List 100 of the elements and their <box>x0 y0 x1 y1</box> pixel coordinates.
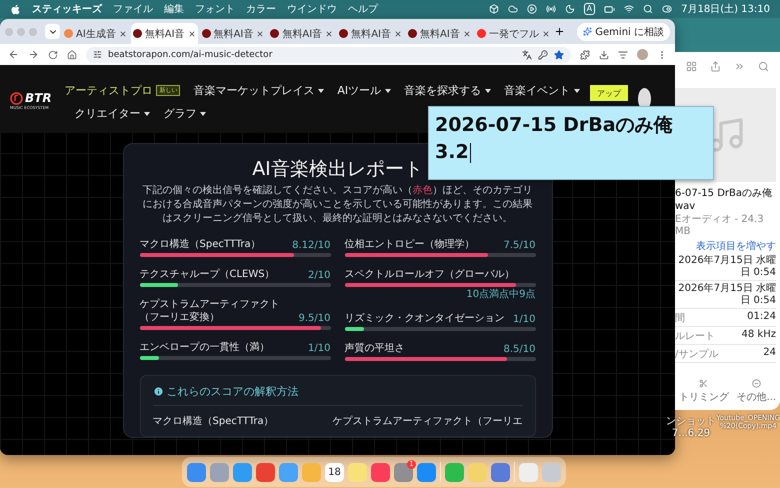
note-text[interactable]: 3.2 <box>435 140 707 165</box>
metric-score: 1/10 <box>513 314 536 325</box>
metric-label: テクスチャループ（CLEWS） <box>140 268 275 281</box>
translate-icon[interactable] <box>522 50 532 60</box>
list-icon[interactable] <box>618 50 628 60</box>
play-icon[interactable] <box>526 4 537 14</box>
browser-tab[interactable]: 無料AI音 <box>406 23 473 44</box>
trim-button[interactable]: トリミング <box>678 379 729 404</box>
extensions-icon[interactable] <box>580 50 590 60</box>
nav-link[interactable]: AIツール <box>337 83 392 98</box>
file-name: 6-07-15 DrBaのみ俺 <box>675 188 774 200</box>
star-icon[interactable] <box>554 50 564 60</box>
cloud-icon[interactable] <box>508 4 518 14</box>
new-tab-button[interactable] <box>554 26 565 37</box>
interpretation-title: これらのスコアの解釈方法 <box>152 384 522 406</box>
metric-score: 10点満点中9点 <box>466 288 536 301</box>
info-label: /サンプル <box>675 348 718 361</box>
report-description: 下記の個々の検出信号を確認してください。スコアが高い（赤色）ほど、そのカテゴリにおける合成音声パターンの強度が高いことを示している可能性があります。この結果はスクリーニング信号として扱い、最終的な証明とはみなさないでください。 <box>142 184 534 226</box>
nav-link[interactable]: クリエイター <box>74 106 150 121</box>
home-icon[interactable] <box>67 50 77 60</box>
browser-tab[interactable]: AI生成音 <box>62 23 129 44</box>
menu-clock[interactable]: 7月18日(土) 13:10 <box>681 2 770 16</box>
metric-label: マクロ構造（SpecTTTra） <box>140 238 261 251</box>
nav-link[interactable]: 音楽マーケットプレイス <box>193 83 324 98</box>
caret-icon <box>318 88 324 92</box>
caret-icon <box>144 112 150 116</box>
favicon-icon <box>132 29 142 38</box>
sticky-note[interactable]: 2026-07-15 DrBaのみ俺 3.2 <box>428 106 714 180</box>
broadcast-icon[interactable] <box>546 4 556 14</box>
metric-score: 8.5/10 <box>504 344 536 355</box>
close-icon[interactable] <box>462 30 471 38</box>
show-more-link[interactable]: 表示項目を増やす <box>696 239 776 253</box>
caret-icon <box>385 88 392 92</box>
minus-circle-icon <box>752 379 761 388</box>
favicon-icon <box>64 29 73 38</box>
file-info: Eオーディオ - 24.3 MB <box>675 214 765 238</box>
info-value: 24 <box>763 347 776 360</box>
close-icon[interactable] <box>394 30 402 38</box>
input-source-indicator[interactable]: A <box>584 3 596 15</box>
info-value: 2026年7月15日 水曜日 0:54 <box>678 283 776 307</box>
nav-link[interactable]: 音楽イベント <box>504 83 580 98</box>
menu-item[interactable]: ウインドウ <box>287 2 337 16</box>
search-icon[interactable] <box>758 60 770 72</box>
menu-item[interactable]: 編集 <box>164 2 184 16</box>
menu-item[interactable]: ヘルプ <box>348 2 378 16</box>
close-icon[interactable] <box>256 30 264 38</box>
info-value: 2026年7月15日 水曜日 0:54 <box>678 255 776 279</box>
moon-icon[interactable] <box>564 4 575 14</box>
address-bar[interactable]: beatstorapon.com/ai-music-detector <box>86 46 571 62</box>
note-text[interactable]: 2026-07-15 DrBaのみ俺 <box>435 113 707 138</box>
download-icon[interactable] <box>599 50 609 60</box>
app-menu[interactable]: スティッキーズ <box>32 2 102 16</box>
forward-icon[interactable] <box>28 49 39 60</box>
menu-item[interactable]: ファイル <box>113 2 153 16</box>
calendar-icon[interactable]: 18 <box>325 462 344 482</box>
metric-score: 7.5/10 <box>504 240 536 251</box>
caret-icon <box>574 88 580 92</box>
favicon-icon <box>339 29 348 38</box>
control-center-icon[interactable] <box>662 4 672 14</box>
back-icon[interactable] <box>8 49 19 60</box>
interpretation-item: マクロ構造（SpecTTTra） <box>152 414 275 428</box>
battery-icon[interactable] <box>604 4 616 14</box>
grid-icon[interactable] <box>686 60 697 72</box>
close-icon[interactable] <box>118 30 127 38</box>
wifi-icon[interactable] <box>624 4 634 14</box>
apple-icon[interactable] <box>10 4 21 14</box>
info-label: ルレート <box>675 330 715 343</box>
metric-label: スペクトルロールオフ（グローバル） <box>344 268 514 281</box>
interpretation-item: ケプストラムアーティファクト（フーリエ <box>332 414 522 428</box>
info-label: 間 <box>675 312 685 325</box>
browser-tab[interactable]: 無料AI音 <box>337 23 404 44</box>
browser-tab[interactable]: 無料AI音 <box>130 23 198 44</box>
more-button[interactable]: その他... <box>736 379 776 404</box>
metric-label: 声質の平坦さ <box>344 342 404 355</box>
close-icon[interactable] <box>325 30 334 38</box>
metric-label: エンベロープの一貫性（満） <box>140 341 270 354</box>
share-icon[interactable] <box>710 60 721 72</box>
chevrons-icon[interactable] <box>734 60 746 72</box>
nav-link[interactable]: グラフ <box>163 106 206 121</box>
logo-text[interactable]: BTR <box>25 91 52 105</box>
nav-link[interactable]: 音楽を探求する <box>404 83 492 98</box>
tab-list-button[interactable] <box>45 24 60 39</box>
upload-button[interactable]: アップ <box>590 85 628 101</box>
reload-icon[interactable] <box>48 50 58 60</box>
menu-item[interactable]: カラー <box>246 2 276 16</box>
metric-score: 9.5/10 <box>298 313 330 324</box>
box-icon[interactable] <box>488 4 499 14</box>
key-icon[interactable] <box>538 50 548 60</box>
menu-item[interactable]: フォント <box>195 2 235 16</box>
browser-tab[interactable]: 無料AI音 <box>268 23 336 44</box>
browser-tab[interactable]: 無料AI音 <box>200 23 266 44</box>
search-icon[interactable] <box>643 4 654 14</box>
close-icon[interactable] <box>542 30 550 38</box>
assistant-button[interactable]: Gemini に相談 <box>577 22 670 40</box>
close-icon[interactable] <box>188 30 196 38</box>
site-settings-icon[interactable] <box>93 50 102 59</box>
browser-tab[interactable]: 一発でフル <box>474 23 552 44</box>
favicon-icon <box>476 29 486 38</box>
logo-icon <box>10 92 23 104</box>
caret-icon <box>485 88 492 92</box>
